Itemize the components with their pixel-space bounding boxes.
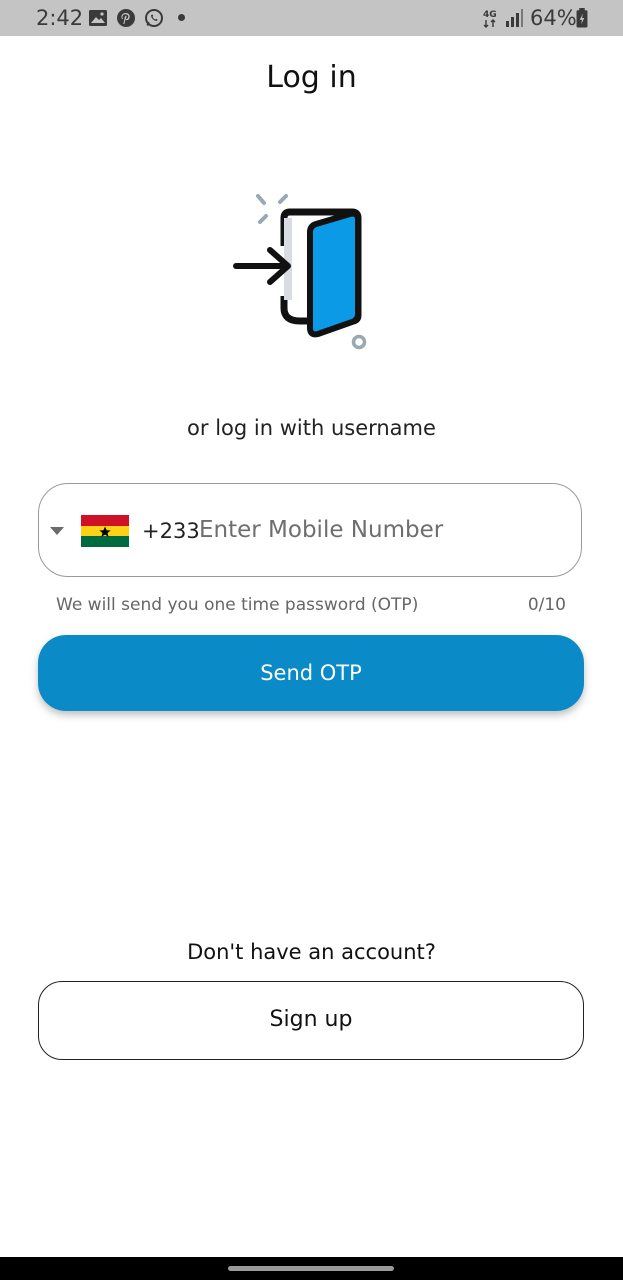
sign-up-button[interactable]: Sign up xyxy=(38,981,584,1060)
battery-percentage: 64% xyxy=(530,6,577,30)
whatsapp-icon xyxy=(145,9,163,27)
country-code-dropdown[interactable]: +233 xyxy=(47,512,200,550)
mobile-number-field: +233 xyxy=(38,483,582,577)
home-indicator[interactable] xyxy=(228,1266,394,1271)
pinterest-icon xyxy=(117,9,135,27)
network-4g-icon: 4G xyxy=(483,10,497,28)
notification-dot xyxy=(178,14,185,21)
status-bar: 2:42 4G 64% xyxy=(0,0,623,36)
mobile-number-input[interactable] xyxy=(199,510,559,550)
battery-icon xyxy=(576,8,588,28)
signal-icon xyxy=(506,9,523,27)
login-with-username-link[interactable]: or log in with username xyxy=(0,414,623,442)
signup-prompt: Don't have an account? xyxy=(187,940,436,964)
gallery-icon xyxy=(89,10,107,26)
ghana-flag-icon xyxy=(81,515,129,547)
otp-helper-text: We will send you one time password (OTP) xyxy=(56,595,419,615)
page-title: Log in xyxy=(266,60,357,95)
chevron-down-icon xyxy=(50,527,64,535)
navigation-bar xyxy=(0,1257,623,1280)
status-time: 2:42 xyxy=(36,6,84,30)
send-otp-button[interactable]: Send OTP xyxy=(38,635,584,711)
character-counter: 0/10 xyxy=(527,595,566,615)
network-label: 4G xyxy=(483,10,497,20)
dial-code: +233 xyxy=(142,519,200,543)
login-door-icon xyxy=(233,194,367,350)
